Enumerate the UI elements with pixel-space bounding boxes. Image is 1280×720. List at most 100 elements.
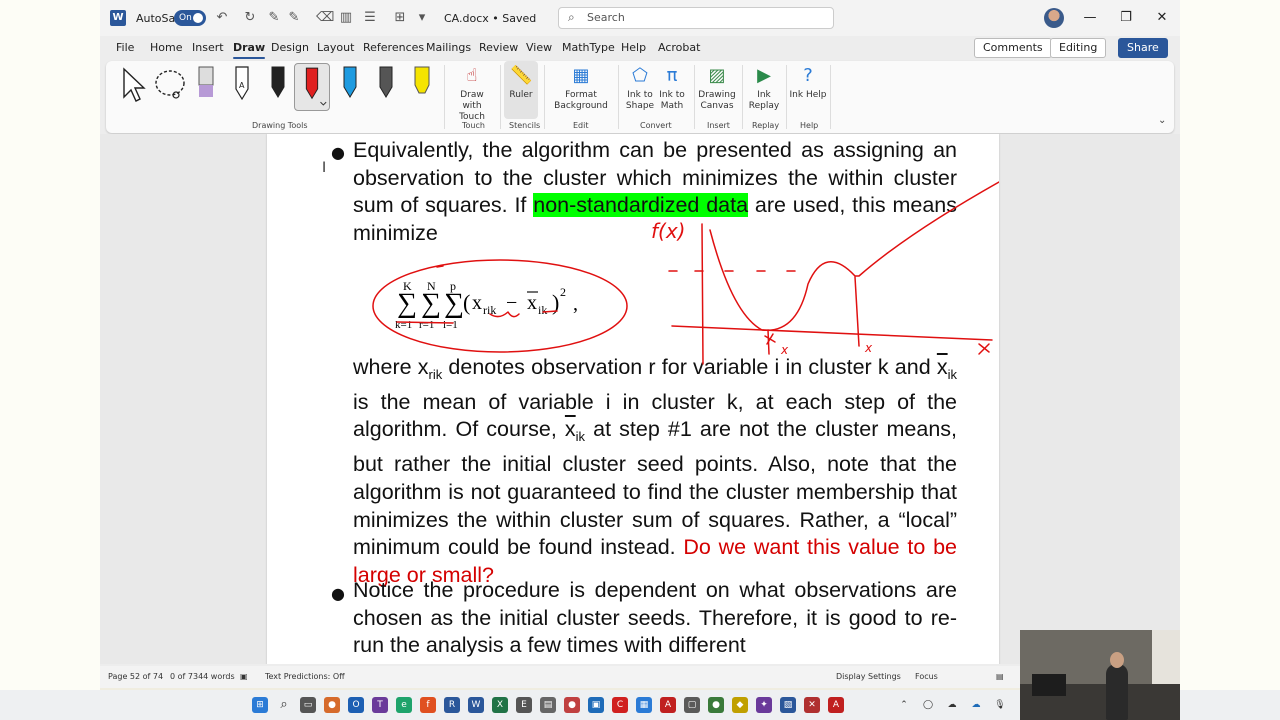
edge-icon[interactable]: e xyxy=(396,697,412,713)
app-icon-1[interactable]: ● xyxy=(324,697,340,713)
search-input[interactable]: ⌕ Search xyxy=(558,7,834,29)
draw-with-touch-button[interactable]: ☝ Draw with Touch xyxy=(450,61,494,122)
paragraph-1[interactable]: Equivalently, the algorithm can be prese… xyxy=(353,137,957,248)
search-placeholder: Search xyxy=(587,11,625,24)
proofing-icon[interactable]: ▣ xyxy=(240,672,248,681)
teams-icon[interactable]: T xyxy=(372,697,388,713)
tab-file[interactable]: File xyxy=(116,41,134,54)
tab-design[interactable]: Design xyxy=(271,41,309,54)
app-icon-5[interactable]: ▣ xyxy=(588,697,604,713)
start-icon[interactable]: ⊞ xyxy=(252,697,268,713)
app-icon-13[interactable]: ✕ xyxy=(804,697,820,713)
red-pen-selected-icon[interactable] xyxy=(294,63,330,111)
app-icon-8[interactable]: ▢ xyxy=(684,697,700,713)
lasso-select-icon[interactable] xyxy=(150,63,190,111)
acrobat-icon[interactable]: A xyxy=(828,697,844,713)
ink-to-math-button[interactable]: π Ink to Math xyxy=(652,61,692,119)
focus-button[interactable]: Focus xyxy=(915,672,938,681)
format-background-label: Format Background xyxy=(554,90,608,111)
pencil-tool-icon[interactable]: A xyxy=(228,63,256,111)
app-icon-9[interactable]: ● xyxy=(708,697,724,713)
ink-help-button[interactable]: ? Ink Help xyxy=(788,61,828,119)
yellow-highlighter-icon[interactable] xyxy=(408,63,436,111)
taskbar-search-icon[interactable]: ⌕ xyxy=(276,697,292,713)
app-icon-3[interactable]: ▤ xyxy=(540,697,556,713)
ink-replay-button[interactable]: ▶ Ink Replay xyxy=(744,61,784,119)
sum-index-i: i=1 xyxy=(443,319,458,331)
lasso-icon[interactable]: ▥ xyxy=(338,10,354,26)
document-canvas[interactable]: ● Equivalently, the algorithm can be pre… xyxy=(100,134,1180,664)
svg-text:A: A xyxy=(239,81,245,90)
avatar[interactable] xyxy=(1044,8,1064,28)
paragraph-2[interactable]: where xrik denotes observation r for var… xyxy=(353,354,957,590)
tray-chevron-icon[interactable]: ⌃ xyxy=(896,697,912,713)
list-icon[interactable]: ☰ xyxy=(362,10,378,26)
tab-review[interactable]: Review xyxy=(479,41,518,54)
editing-button[interactable]: Editing xyxy=(1050,38,1107,58)
eraser-icon[interactable] xyxy=(192,63,220,111)
text-predictions[interactable]: Text Predictions: Off xyxy=(265,672,345,681)
word-count[interactable]: 0 of 7344 words xyxy=(170,672,235,681)
select-arrow-icon[interactable] xyxy=(118,63,148,111)
app-icon-6[interactable]: C xyxy=(612,697,628,713)
r-icon[interactable]: R xyxy=(444,697,460,713)
undo-icon[interactable]: ↶ xyxy=(214,10,230,26)
autosave-toggle[interactable]: On xyxy=(174,10,206,26)
microphone-icon[interactable]: 🎙 xyxy=(992,697,1008,713)
pen-icon[interactable]: ✎ xyxy=(266,10,282,26)
blue-pen-icon[interactable] xyxy=(336,63,364,111)
formula-x: x xyxy=(472,292,482,314)
tab-insert[interactable]: Insert xyxy=(192,41,224,54)
gray-pencil-icon[interactable] xyxy=(372,63,400,111)
minimize-icon[interactable]: — xyxy=(1076,8,1104,28)
tab-mathtype[interactable]: MathType xyxy=(562,41,615,54)
app-icon-10[interactable]: ◆ xyxy=(732,697,748,713)
tab-mailings[interactable]: Mailings xyxy=(426,41,471,54)
tab-draw[interactable]: Draw xyxy=(233,41,266,59)
group-edit: Edit xyxy=(573,121,589,130)
format-icon[interactable]: ⊞ xyxy=(392,10,408,26)
ribbon-collapse-icon[interactable]: ⌄ xyxy=(1158,115,1166,126)
app-icon-12[interactable]: ▧ xyxy=(780,697,796,713)
tab-references[interactable]: References xyxy=(363,41,424,54)
app-icon-2[interactable]: E xyxy=(516,697,532,713)
redo-icon[interactable]: ↻ xyxy=(242,10,258,26)
app-icon-4[interactable]: ● xyxy=(564,697,580,713)
comments-button[interactable]: Comments xyxy=(974,38,1052,58)
firefox-icon[interactable]: f xyxy=(420,697,436,713)
restore-icon[interactable]: ❐ xyxy=(1112,8,1140,28)
webcam-background-screen xyxy=(1152,630,1180,690)
app-icon-11[interactable]: ✦ xyxy=(756,697,772,713)
ruler-button[interactable]: 📏 Ruler xyxy=(504,61,538,119)
tab-home[interactable]: Home xyxy=(150,41,182,54)
read-mode-icon[interactable]: ▤ xyxy=(996,672,1004,681)
share-button[interactable]: Share xyxy=(1118,38,1168,58)
close-icon[interactable]: ✕ xyxy=(1148,8,1176,28)
page-count[interactable]: Page 52 of 74 xyxy=(108,672,163,681)
word-taskbar-icon[interactable]: W xyxy=(468,697,484,713)
tab-layout[interactable]: Layout xyxy=(317,41,354,54)
tab-view[interactable]: View xyxy=(526,41,552,54)
app-icon-7[interactable]: ▦ xyxy=(636,697,652,713)
onedrive-icon[interactable]: ☁ xyxy=(968,697,984,713)
pencil-icon[interactable]: ✎ xyxy=(286,10,302,26)
tab-acrobat[interactable]: Acrobat xyxy=(658,41,700,54)
document-page[interactable]: ● Equivalently, the algorithm can be pre… xyxy=(267,134,999,664)
paragraph-3[interactable]: Notice the procedure is dependent on wha… xyxy=(353,577,957,660)
group-help: Help xyxy=(800,121,819,130)
black-pen-icon[interactable] xyxy=(264,63,292,111)
cloud-icon[interactable]: ☁ xyxy=(944,697,960,713)
document-title[interactable]: CA.docx • Saved xyxy=(444,12,536,25)
tray-app-icon[interactable]: ◯ xyxy=(920,697,936,713)
outlook-icon[interactable]: O xyxy=(348,697,364,713)
format-background-button[interactable]: ▦ Format Background xyxy=(550,61,612,119)
qat-more-icon[interactable]: ▾ xyxy=(414,10,430,26)
eraser-icon[interactable]: ⌫ xyxy=(316,10,334,26)
pdf-icon[interactable]: A xyxy=(660,697,676,713)
excel-icon[interactable]: X xyxy=(492,697,508,713)
task-view-icon[interactable]: ▭ xyxy=(300,697,316,713)
p2-xbar-sub: ik xyxy=(947,367,957,382)
display-settings[interactable]: Display Settings xyxy=(836,672,901,681)
drawing-canvas-button[interactable]: ▨ Drawing Canvas xyxy=(696,61,738,119)
tab-help[interactable]: Help xyxy=(621,41,646,54)
